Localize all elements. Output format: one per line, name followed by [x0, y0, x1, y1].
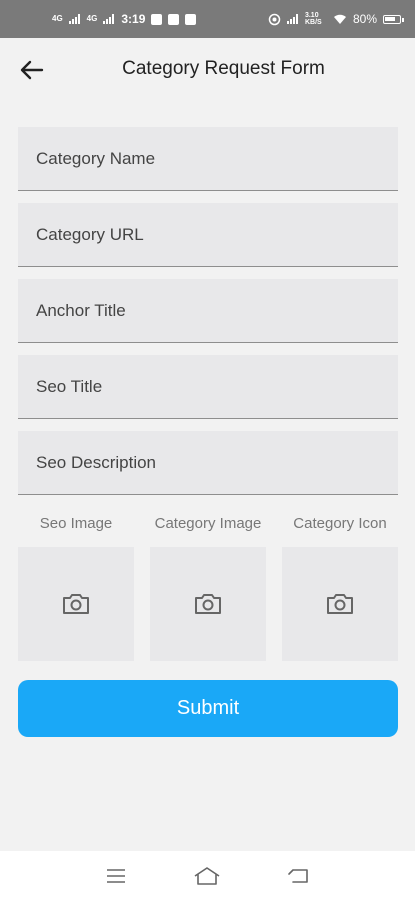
- field-placeholder: Category URL: [36, 224, 144, 244]
- seo-title-field[interactable]: Seo Title: [18, 355, 398, 419]
- anchor-title-field[interactable]: Anchor Title: [18, 279, 398, 343]
- signal-1-label: 4G: [52, 14, 63, 23]
- notification-app-icon: [168, 13, 180, 25]
- field-placeholder: Seo Description: [36, 452, 157, 472]
- page-title: Category Request Form: [122, 58, 325, 79]
- status-left: 4G 4G 3:19: [52, 12, 197, 26]
- camera-icon: [63, 594, 89, 614]
- submit-button[interactable]: Submit: [18, 680, 398, 737]
- return-icon: [288, 868, 308, 883]
- camera-icon: [327, 594, 353, 614]
- home-icon: [195, 866, 220, 885]
- system-nav-bar: [0, 851, 415, 900]
- category-icon-picker[interactable]: [282, 547, 398, 661]
- status-right: 3.10 KB/S 80%: [268, 12, 404, 26]
- category-image-picker[interactable]: [150, 547, 266, 661]
- signal-icon: [68, 14, 80, 24]
- camera-icon: [195, 594, 221, 614]
- field-placeholder: Category Name: [36, 148, 156, 168]
- category-icon-label: Category Icon: [293, 515, 387, 532]
- vpn-icon: [268, 13, 281, 25]
- clock: 3:19: [121, 12, 146, 26]
- battery-fill: [385, 16, 396, 21]
- return-button[interactable]: [279, 861, 319, 891]
- seo-image-picker[interactable]: [18, 547, 134, 661]
- notification-app-icon: [151, 13, 163, 25]
- seo-image-label: Seo Image: [39, 515, 113, 532]
- seo-description-field[interactable]: Seo Description: [18, 431, 398, 495]
- signal-icon: [286, 14, 298, 24]
- signal-icon: [103, 14, 115, 24]
- wifi-icon: [333, 14, 346, 24]
- menu-icon: [106, 868, 125, 883]
- notification-app-icon: [185, 13, 197, 25]
- home-button[interactable]: [187, 861, 227, 891]
- signal-2-label: 4G: [86, 14, 98, 23]
- battery-icon: [383, 14, 404, 24]
- data-speed: 3.10 KB/S: [304, 12, 322, 26]
- field-placeholder: Seo Title: [36, 376, 103, 396]
- field-placeholder: Anchor Title: [36, 300, 126, 320]
- battery-percent: 80%: [352, 12, 377, 26]
- app-bar: Category Request Form: [0, 38, 415, 102]
- category-image-label: Category Image: [154, 515, 262, 532]
- menu-button[interactable]: [96, 861, 136, 891]
- category-url-field[interactable]: Category URL: [18, 203, 398, 267]
- status-bar: 4G 4G 3:19 3.10 KB/S 80%: [0, 0, 415, 38]
- category-name-field[interactable]: Category Name: [18, 127, 398, 191]
